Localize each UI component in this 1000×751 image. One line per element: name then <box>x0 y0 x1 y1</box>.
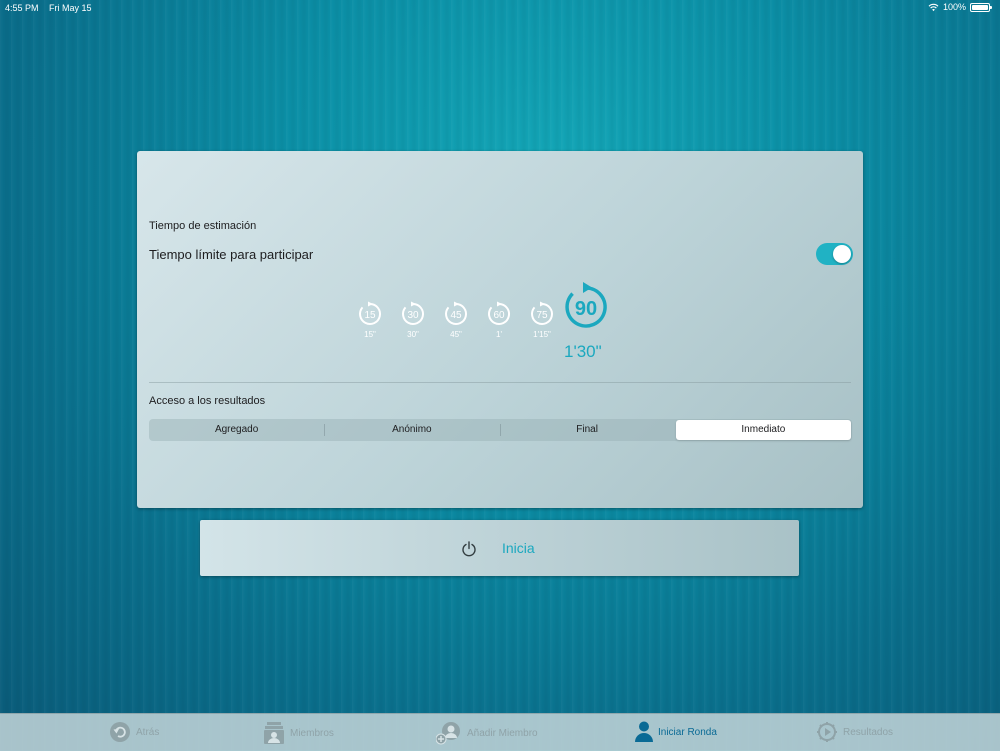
timer-icon: 15 <box>359 301 382 325</box>
segment-inmediato[interactable]: Inmediato <box>675 420 851 440</box>
tab-label-add-member: Añadir Miembro <box>467 727 538 739</box>
status-date: Fri May 15 <box>49 3 92 13</box>
segment-anonimo[interactable]: Anónimo <box>324 419 499 441</box>
person-icon <box>635 721 653 742</box>
members-icon <box>264 722 284 744</box>
timer-option-75[interactable]: 75 1'15" <box>527 301 557 339</box>
tab-results[interactable]: Resultados <box>816 721 893 743</box>
battery-percent: 100% <box>942 2 966 12</box>
timer-value-30: 30 <box>407 310 419 321</box>
back-icon <box>110 722 130 742</box>
timer-caption-60: 1' <box>496 330 502 339</box>
timer-option-15[interactable]: 15 15" <box>355 301 385 339</box>
timer-value-75: 75 <box>536 310 548 321</box>
timer-value-90: 90 <box>575 298 597 320</box>
timer-selected-icon: 90 <box>565 282 607 328</box>
power-icon <box>462 541 476 557</box>
timer-icon: 45 <box>445 301 468 325</box>
timer-option-45[interactable]: 45 45" <box>441 301 471 339</box>
timer-value-45: 45 <box>450 310 462 321</box>
tab-label-back: Atrás <box>136 726 160 738</box>
status-time: 4:55 PM <box>5 3 39 13</box>
tab-label-results: Resultados <box>843 726 894 738</box>
tab-back[interactable]: Atrás <box>109 721 159 743</box>
timer-value-60: 60 <box>493 310 505 321</box>
timer-value-15: 15 <box>364 310 376 321</box>
timer-caption-45: 45" <box>450 330 462 339</box>
tab-start-round[interactable]: Iniciar Ronda <box>635 721 717 743</box>
timer-option-60[interactable]: 60 1' <box>484 301 514 339</box>
timer-caption-75: 1'15" <box>533 330 551 339</box>
start-round-button[interactable]: Inicia <box>200 520 799 576</box>
tab-bar: Atrás Miembros Añadir Miembro Iniciar Ro… <box>0 713 1000 751</box>
timer-icon: 60 <box>488 301 511 325</box>
segment-agregado[interactable]: Agregado <box>149 419 324 441</box>
tab-label-members: Miembros <box>290 727 334 739</box>
timer-caption-15: 15" <box>364 330 376 339</box>
start-button-label: Inicia <box>502 540 535 556</box>
section-divider <box>149 382 851 383</box>
estimation-title: Tiempo de estimación <box>149 220 257 232</box>
wifi-icon <box>928 3 939 11</box>
timer-caption-30: 30" <box>407 330 419 339</box>
timer-option-30[interactable]: 30 30" <box>398 301 428 339</box>
status-bar: 4:55 PM Fri May 15 100% <box>0 0 1000 16</box>
segment-final[interactable]: Final <box>499 419 675 441</box>
add-member-icon <box>436 722 460 745</box>
results-icon <box>817 722 837 742</box>
tab-label-start-round: Iniciar Ronda <box>658 726 717 738</box>
tab-members[interactable]: Miembros <box>263 721 334 745</box>
timer-option-90-selected[interactable]: 90 <box>563 282 609 335</box>
timer-icon: 30 <box>402 301 425 325</box>
timer-icon: 75 <box>531 301 554 325</box>
timer-caption-90: 1'30" <box>564 342 602 361</box>
tab-add-member[interactable]: Añadir Miembro <box>436 721 538 745</box>
round-settings-card: Tiempo de estimación Tiempo límite para … <box>137 151 863 508</box>
time-limit-toggle[interactable] <box>816 243 853 265</box>
time-limit-label: Tiempo límite para participar <box>149 247 314 262</box>
results-access-title: Acceso a los resultados <box>149 395 266 407</box>
battery-icon <box>970 2 992 12</box>
toggle-knob <box>833 245 851 263</box>
results-access-segmented-control: Agregado Anónimo Final Inmediato <box>149 419 852 441</box>
